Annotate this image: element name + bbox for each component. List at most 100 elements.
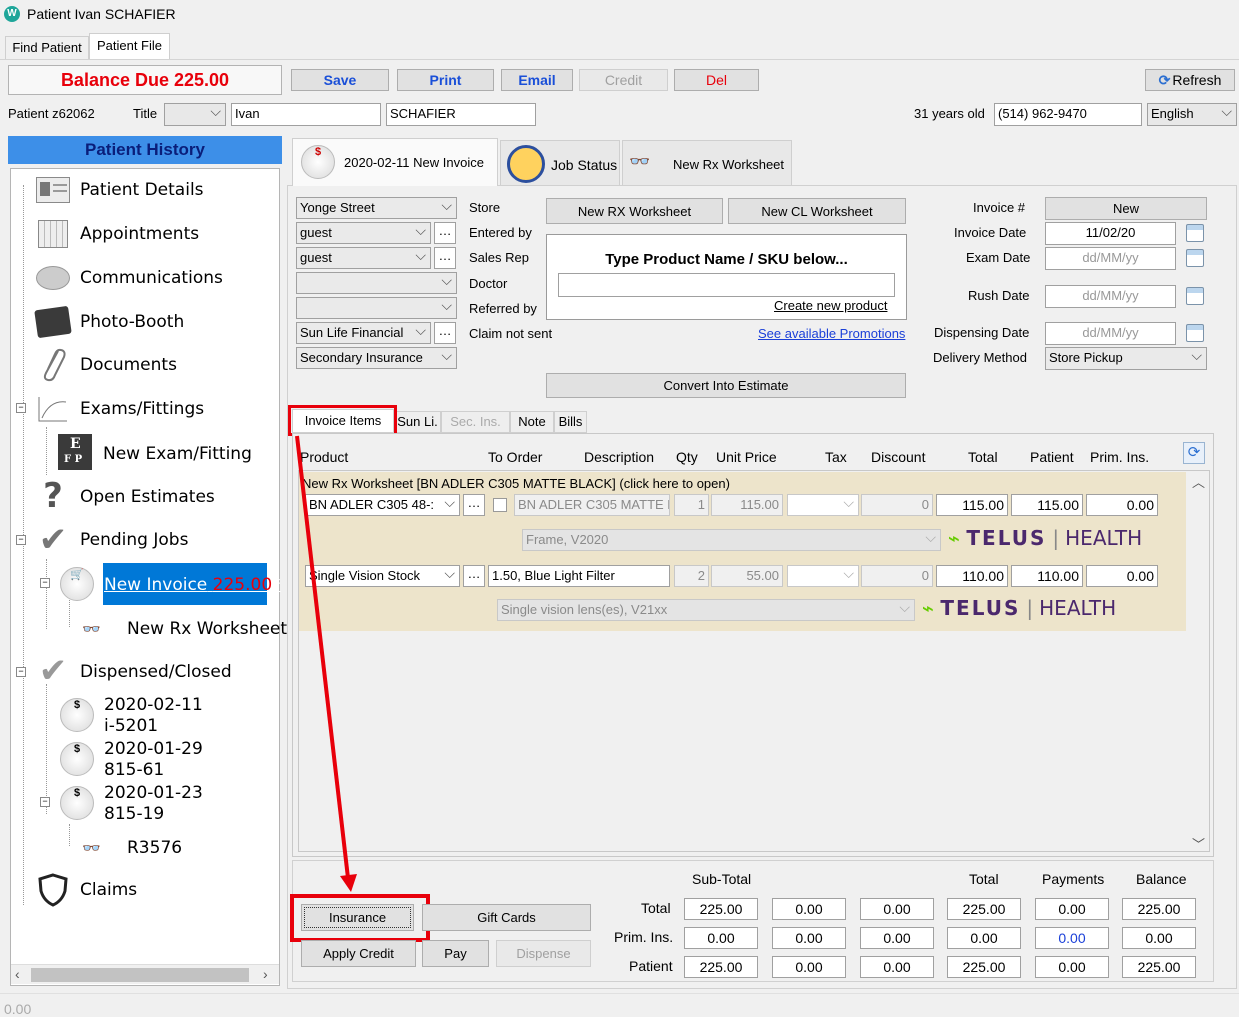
row2-product-more-button[interactable]: … — [463, 565, 485, 587]
row1-product-more-button[interactable]: … — [463, 494, 485, 516]
items-vscrollbar[interactable]: ︿ ﹀ — [1187, 472, 1209, 853]
tree-item-new-exam[interactable]: New Exam/Fitting — [103, 444, 252, 464]
convert-estimate-button[interactable]: Convert Into Estimate — [546, 373, 906, 398]
tree-item-exams[interactable]: Exams/Fittings — [80, 399, 204, 419]
delivery-method-select[interactable]: Store Pickup — [1045, 347, 1207, 370]
tree-item-invoice-2[interactable]: 2020-01-29 815-61 — [104, 739, 203, 781]
calendar-icon[interactable] — [1186, 324, 1204, 342]
dispensing-date-field[interactable]: dd/MM/yy — [1045, 322, 1176, 345]
row1-tax-select[interactable] — [787, 494, 859, 516]
exam-date-field[interactable]: dd/MM/yy — [1045, 247, 1176, 270]
row1-prim-ins-field[interactable]: 0.00 — [1086, 494, 1158, 516]
language-select[interactable]: English — [1147, 103, 1237, 126]
row2-qty-field[interactable]: 2 — [674, 565, 709, 587]
tree-item-patient-details[interactable]: Patient Details — [80, 180, 204, 200]
row2-prim-ins-field[interactable]: 0.00 — [1086, 565, 1158, 587]
entered-by-more-button[interactable]: … — [434, 222, 456, 244]
tab-note[interactable]: Note — [510, 411, 554, 433]
product-search-input[interactable] — [558, 273, 895, 297]
row2-product-select[interactable]: Single Vision Stock — [305, 565, 460, 587]
insurance-more-button[interactable]: … — [434, 322, 456, 344]
row2-patient-field[interactable]: 110.00 — [1011, 565, 1083, 587]
row1-qty-field[interactable]: 1 — [674, 494, 709, 516]
title-select[interactable] — [164, 103, 226, 126]
tree-item-pending-jobs[interactable]: Pending Jobs — [80, 530, 188, 550]
last-name-field[interactable]: SCHAFIER — [386, 103, 536, 126]
refresh-button[interactable]: ⟳ Refresh — [1145, 69, 1235, 91]
new-rx-worksheet-button[interactable]: New RX Worksheet — [546, 198, 723, 224]
email-button[interactable]: Email — [501, 69, 573, 91]
row1-patient-field[interactable]: 115.00 — [1011, 494, 1083, 516]
tab-bills[interactable]: Bills — [554, 411, 587, 433]
gift-cards-button[interactable]: Gift Cards — [422, 904, 591, 931]
invoice-3-collapse-icon[interactable]: − — [40, 797, 50, 807]
new-invoice-label[interactable]: New Invoice 225.00* — [104, 575, 281, 595]
tab-secondary-insurance[interactable]: Sec. Ins. — [441, 411, 510, 433]
tree-item-appointments[interactable]: Appointments — [80, 224, 199, 244]
tree-item-invoice-1[interactable]: 2020-02-11 i-5201 — [104, 695, 203, 737]
referred-by-select[interactable] — [296, 297, 457, 319]
save-button[interactable]: Save — [291, 69, 389, 91]
row2-subtype-select[interactable]: Single vision lens(es), V21xx — [497, 599, 915, 621]
tab-invoice[interactable]: $ 2020-02-11 New Invoice — [292, 138, 498, 186]
secondary-insurance-select[interactable]: Secondary Insurance — [296, 347, 457, 369]
sales-rep-more-button[interactable]: … — [434, 247, 456, 269]
scroll-right-icon[interactable]: › — [263, 966, 268, 982]
row2-tax-select[interactable] — [787, 565, 859, 587]
tree-item-dispensed[interactable]: Dispensed/Closed — [80, 662, 232, 682]
row1-unit-price-field[interactable]: 115.00 — [711, 494, 783, 516]
scroll-thumb[interactable] — [31, 968, 249, 982]
calendar-icon[interactable] — [1186, 249, 1204, 267]
tree-hscrollbar[interactable]: ‹ › — [11, 964, 279, 984]
row1-description-field[interactable]: BN ADLER C305 MATTE B — [514, 494, 670, 516]
promotions-link[interactable]: See available Promotions — [758, 326, 905, 341]
tab-rx-worksheet[interactable]: 👓 New Rx Worksheet — [622, 140, 792, 185]
delete-button[interactable]: Del — [674, 69, 759, 91]
row1-total-field[interactable]: 115.00 — [936, 494, 1008, 516]
new-cl-worksheet-button[interactable]: New CL Worksheet — [728, 198, 906, 224]
new-invoice-collapse-icon[interactable]: − — [40, 578, 50, 588]
calendar-icon[interactable] — [1186, 287, 1204, 305]
items-group-title[interactable]: New Rx Worksheet [BN ADLER C305 MATTE BL… — [302, 476, 730, 491]
sales-rep-select[interactable]: guest — [296, 247, 431, 269]
row2-unit-price-field[interactable]: 55.00 — [711, 565, 783, 587]
create-product-link[interactable]: Create new product — [774, 298, 887, 313]
exams-collapse-icon[interactable]: − — [16, 403, 26, 413]
invoice-date-field[interactable]: 11/02/20 — [1045, 222, 1176, 245]
dispense-button[interactable]: Dispense — [496, 940, 591, 967]
credit-button[interactable]: Credit — [579, 69, 668, 91]
prim-ins-payments-cell[interactable]: 0.00 — [1035, 927, 1109, 949]
pay-button[interactable]: Pay — [422, 940, 489, 967]
tree-item-documents[interactable]: Documents — [80, 355, 177, 375]
scroll-down-icon[interactable]: ﹀ — [1192, 834, 1205, 853]
insurance-select[interactable]: Sun Life Financial — [296, 322, 431, 344]
first-name-field[interactable]: Ivan — [231, 103, 381, 126]
row2-description-field[interactable]: 1.50, Blue Light Filter — [488, 565, 670, 587]
scroll-up-icon[interactable]: ︿ — [1192, 472, 1205, 491]
doctor-select[interactable] — [296, 272, 457, 294]
row1-to-order-checkbox[interactable] — [493, 498, 507, 512]
tab-patient-file[interactable]: Patient File — [89, 33, 170, 59]
calendar-icon[interactable] — [1186, 224, 1204, 242]
scroll-left-icon[interactable]: ‹ — [15, 966, 20, 982]
tab-find-patient[interactable]: Find Patient — [5, 36, 89, 59]
tree-item-open-estimates[interactable]: Open Estimates — [80, 487, 215, 507]
tree-item-invoice-3[interactable]: 2020-01-23 815-19 — [104, 783, 203, 825]
tree-item-r3576[interactable]: R3576 — [127, 838, 182, 858]
tree-item-new-rx-worksheet[interactable]: New Rx Worksheet* — [127, 619, 296, 639]
dispensed-collapse-icon[interactable]: − — [16, 667, 26, 677]
apply-credit-button[interactable]: Apply Credit — [301, 940, 416, 967]
row2-total-field[interactable]: 110.00 — [936, 565, 1008, 587]
tab-sun-life[interactable]: Sun Li. — [394, 411, 441, 433]
tree-item-claims[interactable]: Claims — [80, 880, 137, 900]
rush-date-field[interactable]: dd/MM/yy — [1045, 285, 1176, 308]
refresh-items-icon[interactable]: ⟳ — [1183, 442, 1205, 464]
invoice-number-field[interactable]: New — [1045, 197, 1207, 220]
tree-item-communications[interactable]: Communications — [80, 268, 223, 288]
tab-job-status[interactable]: Job Status — [500, 140, 620, 185]
row1-product-select[interactable]: BN ADLER C305 48-: — [305, 494, 460, 516]
row1-subtype-select[interactable]: Frame, V2020 — [522, 529, 941, 551]
phone-field[interactable]: (514) 962-9470 — [994, 103, 1142, 126]
row2-discount-field[interactable]: 0 — [861, 565, 933, 587]
print-button[interactable]: Print — [397, 69, 494, 91]
